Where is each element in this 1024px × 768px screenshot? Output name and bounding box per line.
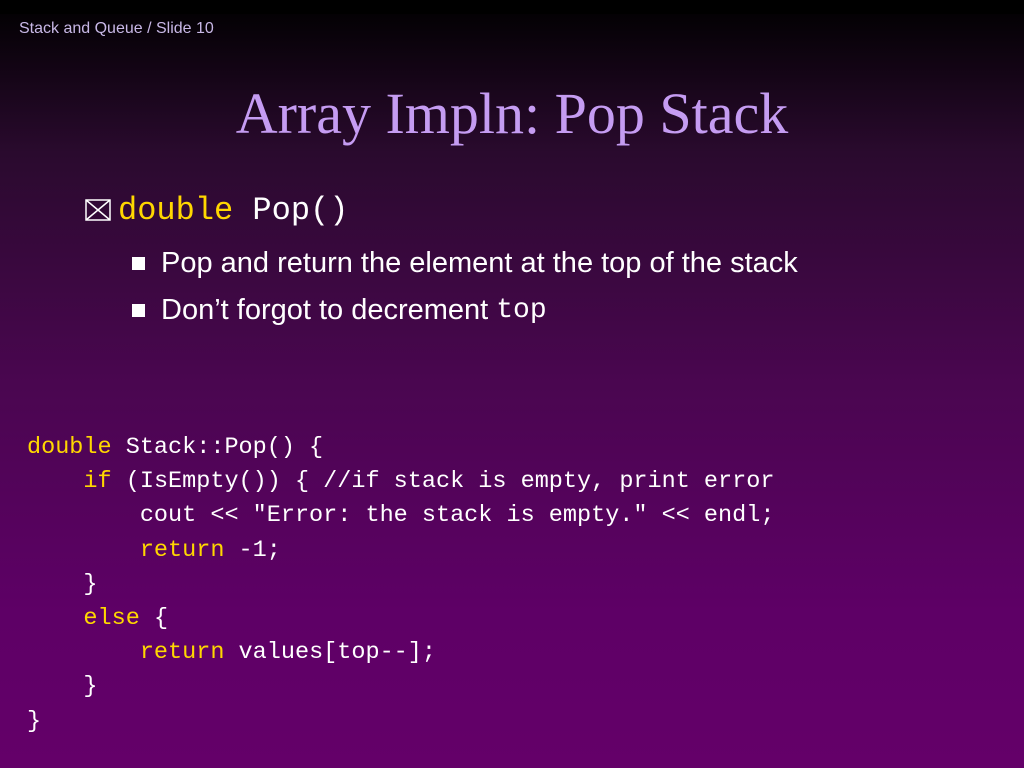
code-line: else { [83, 604, 169, 632]
code-line: } [83, 673, 98, 701]
slide-header: Stack and Queue / Slide 10 [19, 20, 214, 37]
sub-bullet-text: Pop and return the element at the top of… [161, 246, 798, 279]
main-bullet: double Pop() [84, 190, 348, 230]
code-line: return -1; [139, 536, 281, 564]
bullet-keyword: double [118, 191, 234, 229]
sub-bullet-text: Don’t forgot to decrement [161, 293, 489, 326]
sub-bullet-2: Don’t forgot to decrement top [132, 292, 547, 328]
code-line: } [83, 570, 98, 598]
code-line: return values[top--]; [139, 639, 436, 667]
square-bullet-icon [132, 303, 145, 317]
code-line: } [27, 707, 42, 735]
bullet-text: Pop() [233, 191, 349, 229]
code-block: double Stack::Pop() { if (IsEmpty()) { /… [27, 431, 774, 739]
slide-title: Array Impln: Pop Stack [235, 81, 789, 146]
top-strip [0, 0, 1024, 14]
sub-bullet-1: Pop and return the element at the top of… [132, 245, 798, 281]
boxed-x-icon [84, 194, 114, 226]
code-line: double Stack::Pop() { [27, 434, 324, 461]
code-line: cout << "Error: the stack is empty." << … [139, 502, 775, 530]
square-bullet-icon [132, 256, 145, 270]
code-line: if (IsEmpty()) { //if stack is empty, pr… [83, 468, 775, 496]
inline-code-top: top [496, 294, 547, 326]
